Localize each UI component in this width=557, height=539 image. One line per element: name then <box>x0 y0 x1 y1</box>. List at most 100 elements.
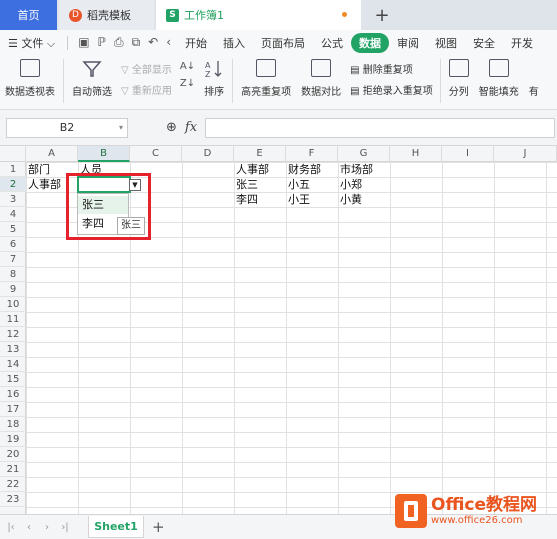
print-icon[interactable]: ⎙ <box>114 35 124 50</box>
row-header[interactable]: 5 <box>0 222 26 237</box>
cell-E1[interactable]: 人事部 <box>234 162 286 177</box>
save-icon[interactable]: ▣ <box>78 35 89 50</box>
row-header[interactable]: 1 <box>0 162 26 177</box>
first-sheet-icon[interactable]: |‹ <box>4 522 18 533</box>
highlight-duplicates-label: 高亮重复项 <box>241 87 292 98</box>
sort-descending-icon[interactable]: Z↓ <box>180 78 195 89</box>
row-header[interactable]: 11 <box>0 312 26 327</box>
smart-fill-button[interactable]: 智能填充 <box>474 59 524 98</box>
row-header[interactable]: 23 <box>0 492 26 507</box>
column-header[interactable]: A <box>26 146 78 162</box>
column-header[interactable]: C <box>130 146 182 162</box>
next-sheet-icon[interactable]: › <box>40 522 54 533</box>
menu-formula[interactable]: 公式 <box>313 35 351 51</box>
tab-home[interactable]: 首页 <box>0 0 57 30</box>
row-header[interactable]: 14 <box>0 357 26 372</box>
highlight-duplicates-button[interactable]: 高亮重复项 <box>236 59 296 98</box>
format-painter-icon[interactable]: ℙ <box>98 35 106 50</box>
column-header[interactable]: B <box>78 146 130 162</box>
pivot-table-button[interactable]: 数据透视表 <box>0 59 60 98</box>
cell-E2[interactable]: 张三 <box>234 177 286 192</box>
row-header[interactable]: 15 <box>0 372 26 387</box>
zoom-icon[interactable]: ⊕ <box>166 120 177 135</box>
chevron-down-icon[interactable]: ▾ <box>119 123 123 132</box>
reapply-button[interactable]: ▽ 重新应用 <box>121 82 172 97</box>
cell-G3[interactable]: 小黄 <box>338 192 390 207</box>
print-preview-icon[interactable]: ⧉ <box>132 35 141 50</box>
row-header[interactable]: 20 <box>0 447 26 462</box>
undo-icon[interactable]: ↶ <box>148 35 158 50</box>
row-header[interactable]: 4 <box>0 207 26 222</box>
sort-button[interactable]: AZ 排序 <box>199 59 229 98</box>
cell-E3[interactable]: 李四 <box>234 192 286 207</box>
cell-G1[interactable]: 市场部 <box>338 162 390 177</box>
chevron-left-icon[interactable]: ‹ <box>166 35 171 50</box>
column-header[interactable]: J <box>494 146 557 162</box>
column-header-bar: A B C D E F G H I J <box>0 146 557 162</box>
more-button[interactable]: 有 <box>524 59 544 98</box>
highlight-duplicates-icon <box>256 59 277 77</box>
menu-data[interactable]: 数据 <box>351 32 390 53</box>
tab-template[interactable]: D 稻壳模板 <box>59 0 154 30</box>
menu-start[interactable]: 开始 <box>177 35 215 51</box>
row-header[interactable]: 8 <box>0 267 26 282</box>
reject-duplicates-button[interactable]: ▤ 拒绝录入重复项 <box>350 82 433 97</box>
split-column-button[interactable]: 分列 <box>444 59 474 98</box>
prev-sheet-icon[interactable]: ‹ <box>22 522 36 533</box>
column-header[interactable]: G <box>338 146 390 162</box>
tab-workbook[interactable]: S 工作簿1 <box>156 0 361 30</box>
name-box[interactable]: B2 ▾ <box>6 117 128 138</box>
cell-G2[interactable]: 小郑 <box>338 177 390 192</box>
menu-security[interactable]: 安全 <box>465 35 503 51</box>
row-header[interactable]: 21 <box>0 462 26 477</box>
cell-area[interactable]: 部门 人员 人事部 财务部 市场部 人事部 张三 小五 小郑 李四 小王 小黄 … <box>26 162 557 514</box>
row-header[interactable]: 7 <box>0 252 26 267</box>
sort-icon: AZ <box>205 61 222 79</box>
divider <box>439 59 441 103</box>
watermark-text: Office教程网 www.office26.com <box>431 495 537 527</box>
row-header[interactable]: 13 <box>0 342 26 357</box>
delete-duplicates-label: 删除重复项 <box>362 65 413 76</box>
sort-ascending-icon[interactable]: A↓ <box>180 61 195 72</box>
sheet-tab[interactable]: Sheet1 <box>88 516 144 538</box>
tab-workbook-label: 工作簿1 <box>184 9 224 22</box>
autofilter-label: 自动筛选 <box>72 87 112 98</box>
row-header[interactable]: 10 <box>0 297 26 312</box>
show-all-button[interactable]: ▽ 全部显示 <box>121 61 172 76</box>
row-header[interactable]: 19 <box>0 432 26 447</box>
autofilter-button[interactable]: 自动筛选 <box>67 59 117 98</box>
cell-F3[interactable]: 小王 <box>286 192 338 207</box>
new-tab-button[interactable]: + <box>367 0 397 30</box>
menu-insert[interactable]: 插入 <box>215 35 253 51</box>
fx-icon[interactable]: fx <box>185 120 197 135</box>
column-header[interactable]: E <box>234 146 286 162</box>
row-header[interactable]: 3 <box>0 192 26 207</box>
cell-F2[interactable]: 小五 <box>286 177 338 192</box>
formula-input[interactable] <box>205 117 555 138</box>
last-sheet-icon[interactable]: ›| <box>58 522 72 533</box>
row-header[interactable]: 2 <box>0 177 26 192</box>
row-header[interactable]: 12 <box>0 327 26 342</box>
data-compare-button[interactable]: 数据对比 <box>296 59 346 98</box>
row-header[interactable]: 22 <box>0 477 26 492</box>
cell-F1[interactable]: 财务部 <box>286 162 338 177</box>
menu-page-layout[interactable]: 页面布局 <box>253 35 313 51</box>
delete-duplicates-button[interactable]: ▤ 删除重复项 <box>350 61 433 76</box>
row-header[interactable]: 16 <box>0 387 26 402</box>
column-header[interactable]: F <box>286 146 338 162</box>
file-menu[interactable]: ☰ 文件 ⌵ <box>0 35 63 51</box>
menu-review[interactable]: 审阅 <box>389 35 427 51</box>
row-header[interactable]: 18 <box>0 417 26 432</box>
row-header[interactable]: 9 <box>0 282 26 297</box>
row-header[interactable]: 17 <box>0 402 26 417</box>
column-header[interactable]: I <box>442 146 494 162</box>
column-header[interactable]: H <box>390 146 442 162</box>
select-all-corner[interactable] <box>0 146 26 162</box>
column-header[interactable]: D <box>182 146 234 162</box>
row-header[interactable]: 6 <box>0 237 26 252</box>
hamburger-icon: ☰ <box>8 36 22 50</box>
spreadsheet-icon: S <box>166 8 179 22</box>
add-sheet-icon[interactable]: + <box>152 518 165 536</box>
menu-view[interactable]: 视图 <box>427 35 465 51</box>
menu-developer[interactable]: 开发 <box>503 35 541 51</box>
